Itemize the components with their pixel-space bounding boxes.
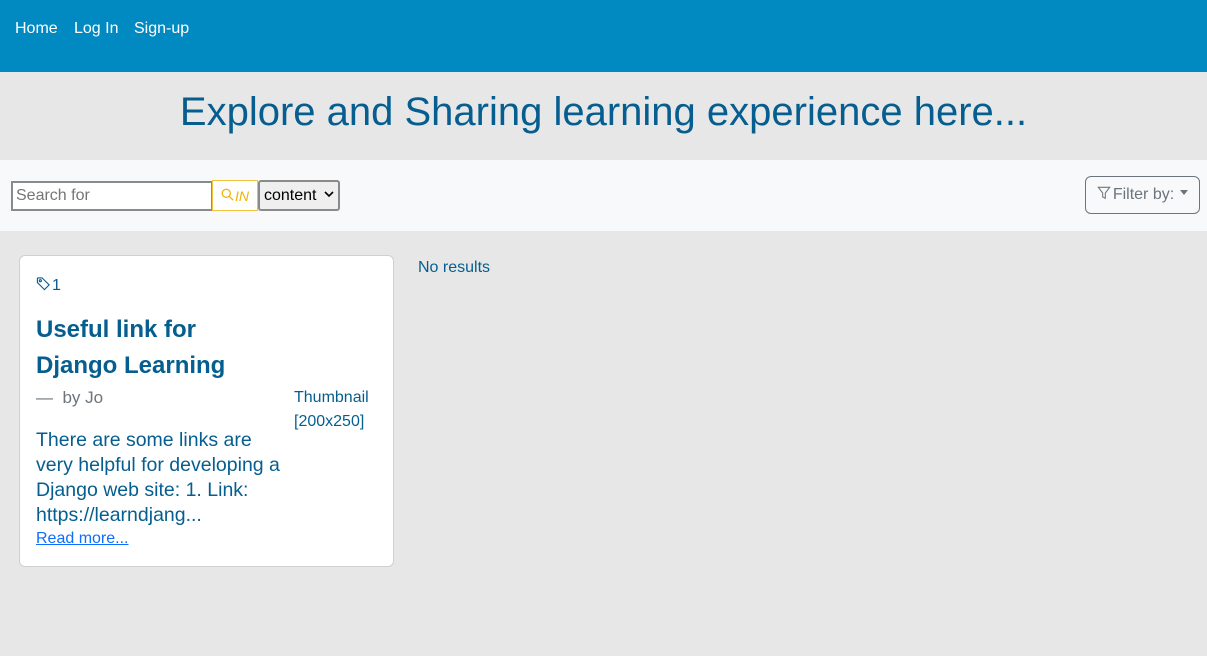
post-byline: — by Jo <box>36 388 103 408</box>
filter-icon <box>1097 186 1111 205</box>
search-toolbar: IN content Filter by: <box>0 160 1207 231</box>
nav-login-link[interactable]: Log In <box>74 19 118 38</box>
tag-count[interactable]: 1 <box>36 276 61 296</box>
search-input[interactable] <box>11 181 213 211</box>
tag-count-value: 1 <box>52 277 61 294</box>
search-icon <box>221 188 234 204</box>
search-scope-value: content <box>264 186 317 204</box>
filter-dropdown-button[interactable]: Filter by: <box>1085 176 1200 214</box>
nav-home-link[interactable]: Home <box>15 19 58 38</box>
nav-signup-link[interactable]: Sign-up <box>134 19 189 38</box>
caret-down-icon <box>1180 189 1189 195</box>
chevron-down-icon <box>324 190 334 201</box>
post-card: 1 Useful link for Django Learning — by J… <box>19 255 394 567</box>
page-title: Explore and Sharing learning experience … <box>179 90 1028 134</box>
filter-label: Filter by: <box>1112 186 1175 203</box>
search-button-label: IN <box>235 187 249 204</box>
byline-author: by Jo <box>62 388 104 407</box>
byline-dash: — <box>36 388 53 407</box>
top-navbar: Home Log In Sign-up <box>0 0 1207 72</box>
post-excerpt: There are some links are very helpful fo… <box>36 429 280 526</box>
no-results-text: No results <box>418 259 491 276</box>
tag-icon <box>36 276 51 296</box>
search-button[interactable]: IN <box>212 180 258 211</box>
read-more-link[interactable]: Read more... <box>36 530 128 548</box>
post-title[interactable]: Useful link for Django Learning <box>36 312 266 384</box>
thumbnail-placeholder: Thumbnail [200x250] <box>294 389 369 430</box>
search-scope-select[interactable]: content <box>258 180 340 211</box>
